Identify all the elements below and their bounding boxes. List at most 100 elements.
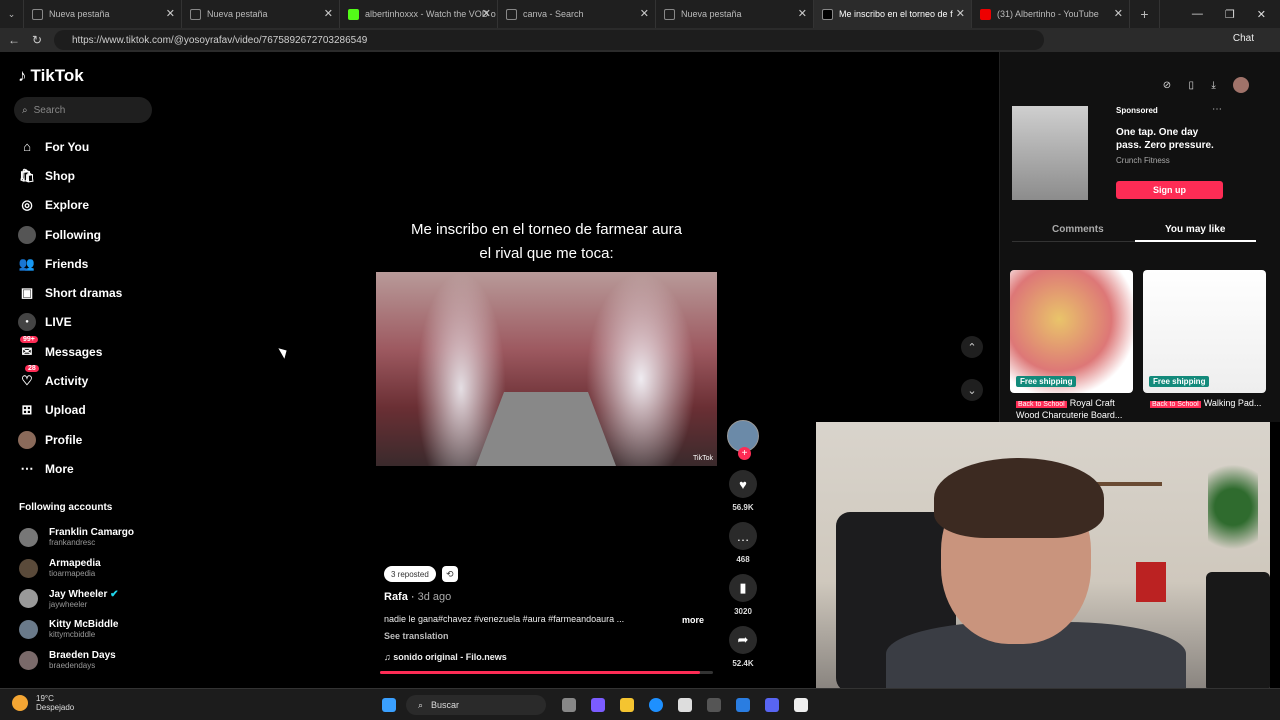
product-title[interactable]: Back to School Walking Pad... xyxy=(1150,398,1274,410)
heart-icon: ♥ xyxy=(729,470,757,498)
tab-you-may-like[interactable]: You may like xyxy=(1165,224,1225,235)
like-button[interactable]: ♥ 56.9K xyxy=(725,470,761,512)
edge-icon[interactable] xyxy=(649,698,663,712)
compass-icon[interactable]: ⊘ xyxy=(1163,80,1171,91)
discord-icon[interactable] xyxy=(765,698,779,712)
sidebar-item-more[interactable]: ⋯ More xyxy=(18,454,122,483)
taskbar-search[interactable]: ⌕ Buscar xyxy=(406,695,546,715)
reload-icon[interactable]: ↻ xyxy=(32,33,42,47)
following-account[interactable]: Franklin Camargo frankandresc xyxy=(19,522,134,553)
product-card[interactable]: Free shipping xyxy=(1143,270,1266,393)
minimize-icon[interactable]: — xyxy=(1192,8,1203,20)
follow-plus-icon[interactable]: + xyxy=(738,447,751,460)
tab-comments[interactable]: Comments xyxy=(1052,224,1104,235)
video-player[interactable]: TikTok xyxy=(376,272,717,466)
browser-tab[interactable]: Nueva pestaña ✕ xyxy=(24,0,182,28)
tiktok-logo[interactable]: ♪ TikTok xyxy=(18,66,84,86)
previous-video-button[interactable]: ⌃ xyxy=(961,336,983,358)
repost-icon[interactable]: ⟲ xyxy=(441,566,458,582)
sidebar-item-following[interactable]: Following xyxy=(18,220,122,249)
file-explorer-icon[interactable] xyxy=(620,698,634,712)
address-bar-row: ← ↻ https://www.tiktok.com/@yosoyrafav/v… xyxy=(0,28,1280,52)
close-icon[interactable]: ✕ xyxy=(956,7,965,20)
browser-tab-active[interactable]: Me inscribo en el torneo de f ✕ xyxy=(814,0,972,28)
close-icon[interactable]: ✕ xyxy=(798,7,807,20)
ad-options-icon[interactable]: ⋯ xyxy=(1212,104,1222,115)
new-tab-button[interactable]: + xyxy=(1130,0,1160,28)
sidebar-item-live[interactable]: ● LIVE xyxy=(18,308,122,337)
maximize-icon[interactable]: ❐ xyxy=(1225,8,1235,21)
search-input[interactable]: ⌕ Search xyxy=(14,97,152,123)
following-account[interactable]: Braeden Days braedendays xyxy=(19,645,134,676)
reposted-pill[interactable]: 3 reposted xyxy=(384,566,436,582)
sidebar-item-upload[interactable]: ⊞ Upload xyxy=(18,396,122,425)
close-icon[interactable]: ✕ xyxy=(324,7,333,20)
following-account[interactable]: Armapedia tioarmapedia xyxy=(19,553,134,584)
browser-tab[interactable]: albertinhoxxx - Watch the VOD o ✕ xyxy=(340,0,498,28)
obs-icon[interactable] xyxy=(794,698,808,712)
ad-brand: Crunch Fitness xyxy=(1116,156,1170,165)
ad-thumbnail[interactable] xyxy=(1012,106,1088,200)
following-account[interactable]: Jay Wheeler ✔ jaywheeler xyxy=(19,583,134,614)
close-icon[interactable]: ✕ xyxy=(482,7,491,20)
shop-icon: 🛍 xyxy=(18,167,36,183)
close-icon[interactable]: ✕ xyxy=(166,7,175,20)
back-icon[interactable]: ← xyxy=(8,33,20,47)
app-icon[interactable] xyxy=(707,698,721,712)
avatar xyxy=(19,619,38,639)
device-icon[interactable]: ▯ xyxy=(1189,80,1195,91)
sidebar-item-profile[interactable]: Profile xyxy=(18,425,122,454)
chat-button[interactable]: Chat xyxy=(1233,33,1254,44)
ad-text: One tap. One day pass. Zero pressure. xyxy=(1116,127,1214,151)
product-card[interactable]: Free shipping xyxy=(1010,270,1133,393)
friends-icon: 👥 xyxy=(18,255,36,271)
music-link[interactable]: ♫ sonido original - Filo.news xyxy=(384,652,507,662)
task-view-icon[interactable] xyxy=(562,698,576,712)
share-button[interactable]: ➦ 52.4K xyxy=(725,626,761,668)
store-icon[interactable] xyxy=(678,698,692,712)
user-avatar[interactable] xyxy=(1233,77,1250,93)
sidebar-item-activity[interactable]: ♡ 28 Activity xyxy=(18,365,122,395)
following-accounts-list: Franklin Camargo frankandresc Armapedia ti… xyxy=(19,522,134,675)
sidebar-item-explore[interactable]: ◎ Explore xyxy=(18,191,122,220)
sign-up-button[interactable]: Sign up xyxy=(1116,181,1223,199)
sidebar-item-shop[interactable]: 🛍 Shop xyxy=(18,161,122,190)
sidebar-item-messages[interactable]: ✉ 99+ Messages xyxy=(18,336,122,366)
close-icon[interactable]: ✕ xyxy=(640,7,649,20)
tiktok-note-icon: ♪ xyxy=(18,66,27,85)
video-author[interactable]: Rafa · 3d ago xyxy=(384,591,451,603)
close-icon[interactable]: ✕ xyxy=(1114,7,1123,20)
more-button[interactable]: more xyxy=(682,615,704,625)
following-account[interactable]: Kitty McBiddle kittymcbiddle xyxy=(19,614,134,645)
sidebar-item-short-dramas[interactable]: ▣ Short dramas xyxy=(18,278,123,307)
tab-menu-button[interactable]: ⌄ xyxy=(0,0,24,28)
activity-icon: ♡ xyxy=(21,373,33,389)
video-progress-bar[interactable] xyxy=(380,671,713,674)
sidebar-item-friends[interactable]: 👥 Friends xyxy=(18,249,122,278)
mail-icon[interactable] xyxy=(736,698,750,712)
comment-button[interactable]: … 468 xyxy=(725,522,761,564)
video-description: nadie le gana#chavez #venezuela #aura #f… xyxy=(384,614,625,624)
download-icon[interactable]: ⤓ xyxy=(1211,80,1215,91)
next-video-button[interactable]: ⌄ xyxy=(961,379,983,401)
chevron-up-icon: ⌃ xyxy=(967,341,977,354)
browser-tab[interactable]: (31) Albertinho - YouTube ✕ xyxy=(972,0,1130,28)
close-window-icon[interactable]: ✕ xyxy=(1257,8,1266,21)
url-field[interactable]: https://www.tiktok.com/@yosoyrafav/video… xyxy=(54,30,1044,50)
windows-start-icon[interactable] xyxy=(382,698,396,712)
weather-widget[interactable]: 19°C Despejado xyxy=(12,694,74,712)
avatar xyxy=(19,558,38,578)
sidebar-nav: ⌂ For You 🛍 Shop ◎ Explore Following 👥 Frien… xyxy=(18,132,122,484)
sidebar-item-for-you[interactable]: ⌂ For You xyxy=(18,132,122,161)
free-shipping-badge: Free shipping xyxy=(1016,376,1077,387)
creator-avatar[interactable]: + xyxy=(727,420,759,460)
save-button[interactable]: ▮ 3020 xyxy=(725,574,761,616)
music-note-icon: ♫ xyxy=(384,652,391,662)
browser-tab[interactable]: Nueva pestaña ✕ xyxy=(182,0,340,28)
browser-tab[interactable]: Nueva pestaña ✕ xyxy=(656,0,814,28)
see-translation-link[interactable]: See translation xyxy=(384,631,449,641)
copilot-icon[interactable] xyxy=(591,698,605,712)
upload-icon: ⊞ xyxy=(21,402,33,418)
product-title[interactable]: Back to School Royal Craft Wood Charcuter… xyxy=(1016,398,1140,421)
browser-tab[interactable]: canva - Search ✕ xyxy=(498,0,656,28)
